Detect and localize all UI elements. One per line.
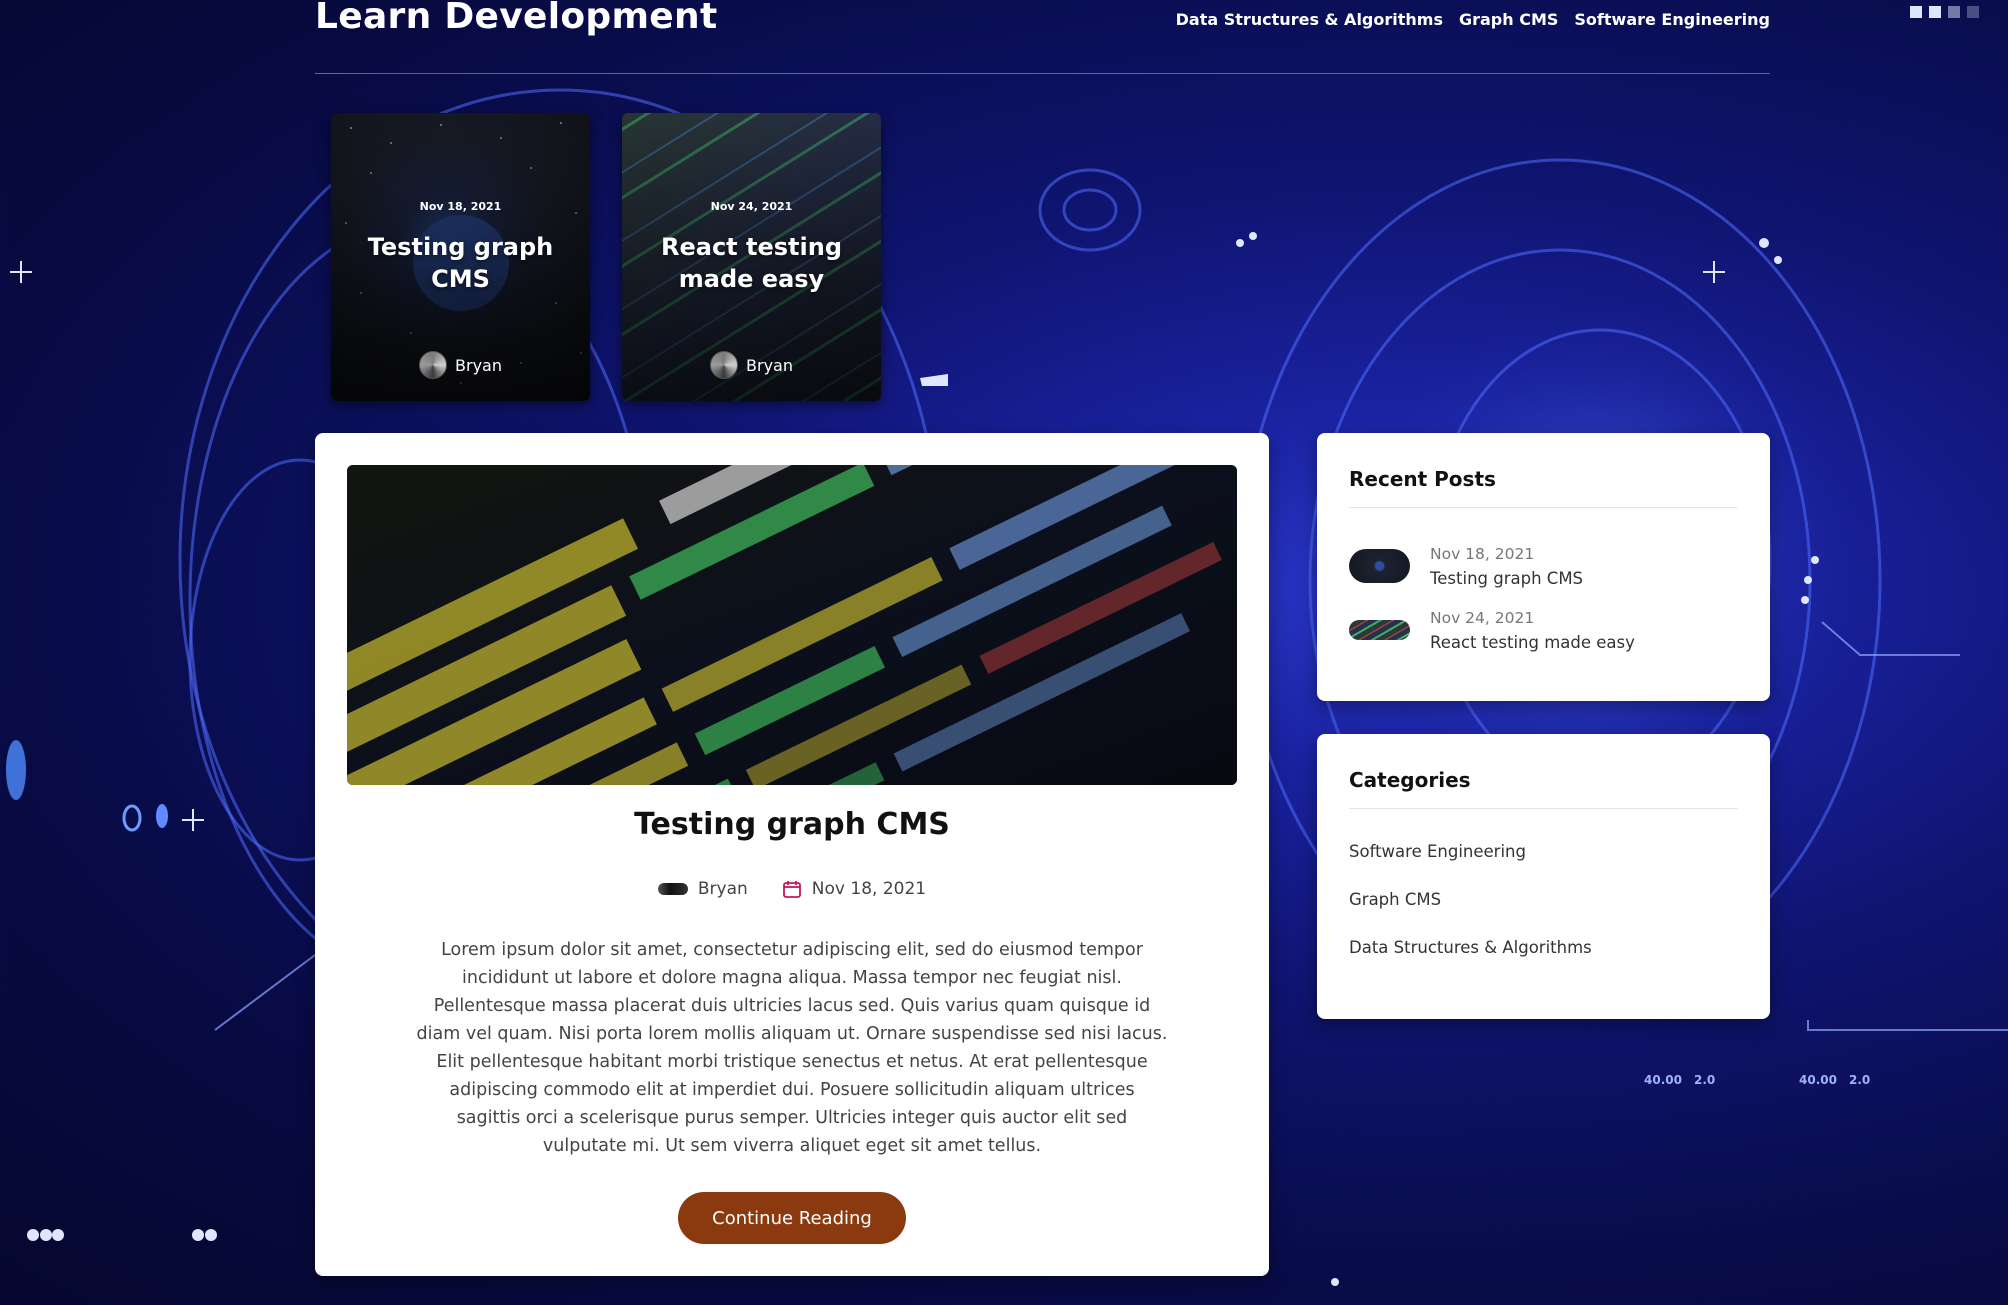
post-title[interactable]: Testing graph CMS bbox=[315, 807, 1269, 842]
continue-reading-button[interactable]: Continue Reading bbox=[678, 1192, 906, 1244]
categories-list: Software Engineering Graph CMS Data Stru… bbox=[1349, 835, 1738, 979]
category-link-graph-cms[interactable]: Graph CMS bbox=[1349, 890, 1441, 909]
featured-author-name: Bryan bbox=[455, 355, 502, 375]
site-title[interactable]: Learn Development bbox=[315, 0, 717, 37]
category-item: Software Engineering bbox=[1349, 835, 1738, 883]
featured-title[interactable]: React testing made easy bbox=[636, 231, 867, 295]
post-excerpt: Lorem ipsum dolor sit amet, consectetur … bbox=[416, 940, 1168, 1156]
categories-heading: Categories bbox=[1349, 768, 1738, 809]
avatar bbox=[710, 351, 739, 379]
category-link-software-engineering[interactable]: Software Engineering bbox=[1349, 842, 1526, 861]
recent-post-item[interactable]: Nov 18, 2021 Testing graph CMS bbox=[1349, 534, 1738, 598]
svg-text:2.0: 2.0 bbox=[1849, 1073, 1870, 1087]
featured-card[interactable]: Nov 24, 2021 React testing made easy Bry… bbox=[622, 113, 881, 401]
category-link-data-structures[interactable]: Data Structures & Algorithms bbox=[1349, 938, 1592, 957]
post-date: Nov 18, 2021 bbox=[782, 879, 926, 899]
nav-item-graph-cms[interactable]: Graph CMS bbox=[1459, 10, 1558, 29]
recent-post-title[interactable]: React testing made easy bbox=[1430, 633, 1635, 652]
recent-posts-widget: Recent Posts Nov 18, 2021 Testing graph … bbox=[1317, 433, 1770, 701]
featured-author: Bryan bbox=[331, 351, 590, 379]
avatar bbox=[419, 351, 448, 379]
category-item: Graph CMS bbox=[1349, 883, 1738, 931]
featured-card[interactable]: Nov 18, 2021 Testing graph CMS Bryan bbox=[331, 113, 590, 401]
post-author-name: Bryan bbox=[697, 879, 748, 899]
categories-widget: Categories Software Engineering Graph CM… bbox=[1317, 734, 1770, 1019]
page-container: Learn Development Data Structures & Algo… bbox=[315, 0, 1770, 1276]
post-meta: Bryan Nov 18, 2021 bbox=[315, 879, 1269, 899]
recent-post-date: Nov 24, 2021 bbox=[1430, 608, 1535, 627]
nav-item-data-structures[interactable]: Data Structures & Algorithms bbox=[1176, 10, 1443, 29]
featured-date: Nov 18, 2021 bbox=[419, 200, 502, 213]
recent-post-date: Nov 18, 2021 bbox=[1430, 544, 1535, 563]
nav-item-software-engineering[interactable]: Software Engineering bbox=[1574, 10, 1770, 29]
category-item: Data Structures & Algorithms bbox=[1349, 931, 1738, 979]
recent-posts-heading: Recent Posts bbox=[1349, 467, 1738, 508]
svg-text:40.00: 40.00 bbox=[1644, 1073, 1682, 1087]
calendar-icon bbox=[782, 881, 801, 898]
svg-text:40.00: 40.00 bbox=[1799, 1073, 1837, 1087]
featured-posts: Nov 18, 2021 Testing graph CMS Bryan Nov… bbox=[331, 113, 881, 401]
post-author: Bryan bbox=[657, 879, 748, 899]
featured-title[interactable]: Testing graph CMS bbox=[345, 231, 576, 295]
featured-author: Bryan bbox=[622, 351, 881, 379]
recent-post-text: Nov 18, 2021 Testing graph CMS bbox=[1430, 545, 1583, 588]
svg-text:2.0: 2.0 bbox=[1694, 1073, 1715, 1087]
recent-post-item[interactable]: Nov 24, 2021 React testing made easy bbox=[1349, 598, 1738, 662]
site-header: Learn Development Data Structures & Algo… bbox=[315, 0, 1770, 74]
recent-post-thumbnail bbox=[1349, 620, 1410, 640]
featured-date: Nov 24, 2021 bbox=[710, 200, 793, 213]
recent-post-title[interactable]: Testing graph CMS bbox=[1430, 569, 1583, 588]
post-date-text: Nov 18, 2021 bbox=[811, 879, 927, 899]
featured-author-name: Bryan bbox=[746, 355, 793, 375]
recent-posts-list: Nov 18, 2021 Testing graph CMS Nov 24, 2… bbox=[1349, 534, 1738, 662]
post-featured-image bbox=[347, 465, 1237, 785]
recent-post-thumbnail bbox=[1349, 549, 1410, 583]
avatar bbox=[657, 883, 688, 895]
main-nav: Data Structures & Algorithms Graph CMS S… bbox=[1176, 10, 1770, 29]
recent-post-text: Nov 24, 2021 React testing made easy bbox=[1430, 609, 1635, 652]
post-card: Testing graph CMS Bryan Nov 18, 2021 Lor… bbox=[315, 433, 1269, 1276]
